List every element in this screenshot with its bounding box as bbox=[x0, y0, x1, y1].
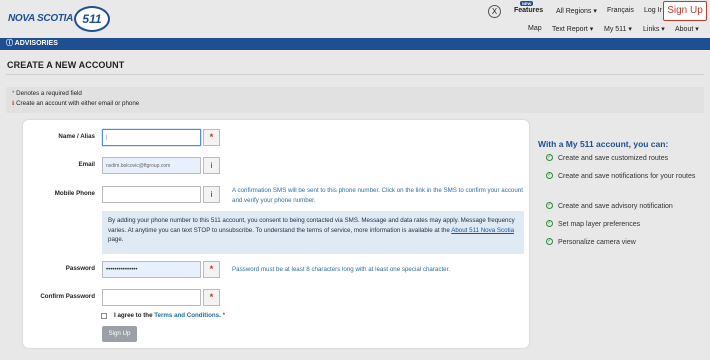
benefit-item: ✓ Set map layer preferences bbox=[546, 219, 710, 230]
nav-my-511[interactable]: My 511 ▾ bbox=[604, 25, 632, 33]
benefit-item: ✓ Create and save advisory notification bbox=[546, 201, 710, 212]
page-title: CREATE A NEW ACCOUNT bbox=[7, 60, 125, 70]
password-label: Password bbox=[65, 265, 95, 272]
mobile-help-text: A confirmation SMS will be sent to this … bbox=[232, 187, 523, 204]
confirm-password-input[interactable] bbox=[102, 289, 201, 306]
sign-up-header-button[interactable]: Sign Up bbox=[663, 1, 707, 21]
confirm-password-required-indicator: * bbox=[203, 289, 220, 306]
check-circle-icon: ✓ bbox=[546, 172, 553, 179]
top-bar: NOVA SCOTIA 511 X NEW Features All Regio… bbox=[0, 0, 710, 37]
logo-badge: 511 bbox=[74, 6, 110, 32]
nav-features[interactable]: Features bbox=[514, 7, 543, 14]
signup-form-card: Name / Alias | * Email nsdim.bolcovic@ft… bbox=[23, 120, 529, 348]
mobile-info-icon[interactable]: i bbox=[203, 186, 220, 203]
consent-tail: page. bbox=[108, 236, 124, 244]
benefit-text: Create and save advisory notification bbox=[558, 203, 673, 210]
terms-checkbox[interactable] bbox=[101, 313, 107, 319]
x-twitter-icon[interactable]: X bbox=[488, 5, 501, 18]
agree-prefix: I agree to the bbox=[114, 312, 155, 319]
required-note: * Denotes a required field bbox=[12, 90, 82, 97]
nav-all-regions[interactable]: All Regions ▾ bbox=[556, 7, 597, 15]
benefit-text: Create and save customized routes bbox=[558, 155, 669, 162]
password-input[interactable]: ••••••••••••••• bbox=[102, 261, 201, 278]
either-note-text: Create an account with either email or p… bbox=[16, 100, 140, 107]
password-help-text: Password must be at least 8 characters l… bbox=[232, 266, 451, 273]
check-circle-icon: ✓ bbox=[546, 154, 553, 161]
benefit-item: ✓ Create and save customized routes bbox=[546, 153, 710, 164]
logo-text: NOVA SCOTIA bbox=[8, 13, 74, 24]
name-input[interactable]: | bbox=[102, 129, 201, 146]
nova-scotia-511-logo[interactable]: NOVA SCOTIA 511 bbox=[8, 6, 112, 34]
terms-link[interactable]: Terms and Conditions bbox=[154, 312, 219, 319]
info-icon: ℹ bbox=[12, 100, 15, 107]
email-info-icon[interactable]: i bbox=[203, 157, 220, 174]
sign-up-submit-button[interactable]: Sign Up bbox=[102, 326, 137, 342]
benefit-text: Set map layer preferences bbox=[558, 221, 641, 228]
terms-agreement: I agree to the Terms and Conditions. * bbox=[114, 312, 225, 319]
mobile-phone-label: Mobile Phone bbox=[54, 190, 95, 197]
nav-francais[interactable]: Français bbox=[607, 7, 634, 14]
name-label: Name / Alias bbox=[58, 133, 95, 140]
nav-links[interactable]: Links ▾ bbox=[643, 25, 665, 33]
email-label: Email bbox=[78, 161, 95, 168]
nav-text-report[interactable]: Text Report ▾ bbox=[552, 25, 593, 33]
divider bbox=[6, 74, 704, 75]
required-star: * bbox=[12, 90, 15, 97]
benefit-item: ✓ Personalize camera view bbox=[546, 237, 710, 248]
required-note-text: Denotes a required field bbox=[16, 90, 82, 97]
benefit-item: ✓ Create and save notifications for your … bbox=[546, 171, 710, 182]
nav-log-in[interactable]: Log In bbox=[644, 7, 662, 14]
benefit-text: Personalize camera view bbox=[558, 239, 636, 246]
email-input[interactable]: nsdim.bolcovic@ftgroup.com bbox=[102, 157, 201, 174]
nav-map[interactable]: Map bbox=[528, 25, 542, 32]
check-circle-icon: ✓ bbox=[546, 238, 553, 245]
sms-consent-info: By adding your phone number to this 511 … bbox=[102, 211, 524, 254]
check-circle-icon: ✓ bbox=[546, 202, 553, 209]
password-required-indicator: * bbox=[203, 261, 220, 278]
benefits-title: With a My 511 account, you can: bbox=[538, 139, 669, 149]
benefit-text: Create and save notifications for your r… bbox=[558, 173, 696, 180]
either-note: ℹ Create an account with either email or… bbox=[12, 100, 139, 107]
agree-suffix: . bbox=[219, 312, 221, 319]
nav-about[interactable]: About ▾ bbox=[675, 25, 699, 33]
mobile-phone-input[interactable] bbox=[102, 186, 201, 203]
advisories-bar[interactable]: ⓘ ADVISORIES bbox=[0, 38, 710, 50]
name-required-indicator: * bbox=[203, 129, 220, 146]
about-511-link[interactable]: About 511 Nova Scotia bbox=[451, 227, 514, 234]
new-badge: NEW bbox=[520, 1, 534, 6]
form-notice: * Denotes a required field ℹ Create an a… bbox=[6, 87, 704, 113]
check-circle-icon: ✓ bbox=[546, 220, 553, 227]
terms-required-star: * bbox=[222, 312, 225, 319]
confirm-password-label: Confirm Password bbox=[40, 293, 95, 300]
